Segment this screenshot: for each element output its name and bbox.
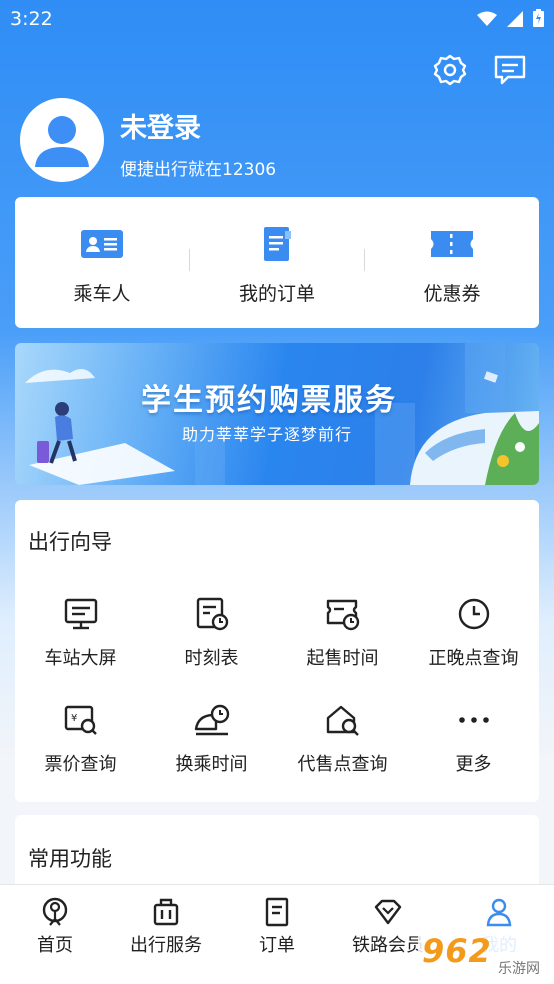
order-icon — [262, 897, 292, 927]
person-icon — [484, 897, 514, 927]
luggage-icon — [151, 897, 181, 927]
watermark-brand: 962 — [422, 932, 492, 970]
student-booking-banner[interactable]: 学生预约购票服务 助力莘莘学子逐梦前行 — [15, 343, 539, 485]
guide-agency-query[interactable]: 代售点查询 — [277, 702, 408, 792]
quick-passenger-label: 乘车人 — [73, 283, 131, 305]
watermark-site: 乐游网 — [498, 961, 540, 977]
avatar[interactable] — [20, 98, 104, 182]
status-icons — [477, 9, 544, 32]
banner-subtitle: 助力莘莘学子逐梦前行 — [182, 425, 353, 444]
quick-coupon-label: 优惠券 — [423, 283, 481, 305]
battery-icon — [533, 9, 544, 32]
guide-timetable[interactable]: 时刻表 — [146, 596, 277, 686]
wifi-icon — [477, 10, 497, 32]
guide-label: 代售点查询 — [297, 754, 388, 775]
guide-label: 时刻表 — [184, 648, 239, 669]
profile-header[interactable]: 未登录 便捷出行就在12306 — [20, 98, 520, 184]
nav-orders[interactable]: 订单 — [222, 885, 332, 984]
nav-travel-service[interactable]: 出行服务 — [111, 885, 221, 984]
profile-subtitle: 便捷出行就在12306 — [120, 160, 277, 180]
nav-label: 订单 — [259, 935, 295, 956]
top-actions — [432, 52, 528, 88]
quick-my-orders-label: 我的订单 — [238, 283, 315, 305]
station-screen-icon — [63, 596, 99, 632]
diamond-icon — [373, 897, 403, 927]
nav-label: 首页 — [37, 935, 73, 956]
guide-delay-query[interactable]: 正晚点查询 — [408, 596, 539, 686]
banner-title: 学生预约购票服务 — [141, 383, 397, 418]
sale-time-icon — [325, 596, 361, 632]
signal-icon — [507, 10, 523, 32]
guide-label: 换乘时间 — [175, 754, 248, 775]
guide-label: 起售时间 — [306, 648, 379, 669]
transfer-train-icon — [194, 702, 230, 738]
passenger-card-icon — [79, 225, 125, 263]
quick-my-orders[interactable]: 我的订单 — [190, 197, 364, 328]
guide-label: 车站大屏 — [44, 648, 117, 669]
watermark-logo: 962 乐游网 — [418, 928, 552, 982]
status-bar: 3:22 — [0, 0, 554, 40]
home-train-icon — [40, 897, 70, 927]
timetable-icon — [194, 596, 230, 632]
order-document-icon — [254, 225, 300, 263]
guide-transfer-time[interactable]: 换乘时间 — [146, 702, 277, 792]
status-time: 3:22 — [10, 8, 53, 30]
nav-label: 出行服务 — [130, 935, 202, 956]
guide-station-screen[interactable]: 车站大屏 — [15, 596, 146, 686]
settings-gear-icon[interactable] — [432, 52, 468, 88]
section-title-common-functions: 常用功能 — [28, 847, 112, 871]
clock-icon — [456, 596, 492, 632]
login-status[interactable]: 未登录 — [120, 106, 201, 145]
guide-fare-query[interactable]: ¥ 票价查询 — [15, 702, 146, 792]
quick-coupon[interactable]: 优惠券 — [365, 197, 539, 328]
coupon-icon — [429, 225, 475, 263]
section-title-travel-guide: 出行向导 — [28, 530, 112, 554]
guide-label: 正晚点查询 — [428, 648, 519, 669]
nav-home[interactable]: 首页 — [0, 885, 110, 984]
guide-label: 票价查询 — [44, 754, 117, 775]
guide-more[interactable]: 更多 — [408, 702, 539, 792]
guide-sale-time[interactable]: 起售时间 — [277, 596, 408, 686]
more-dots-icon — [456, 702, 492, 738]
message-icon[interactable] — [492, 52, 528, 88]
travel-guide-card: 出行向导 车站大屏 时刻表 起售时间 正晚点查询 ¥ 票价查询 换乘时间 代售点… — [15, 500, 539, 802]
quick-actions-card: 乘车人 我的订单 优惠券 — [15, 197, 539, 328]
quick-passenger[interactable]: 乘车人 — [15, 197, 189, 328]
fare-search-icon: ¥ — [63, 702, 99, 738]
guide-label: 更多 — [455, 754, 492, 775]
svg-text:¥: ¥ — [71, 713, 77, 724]
agency-search-icon — [325, 702, 361, 738]
